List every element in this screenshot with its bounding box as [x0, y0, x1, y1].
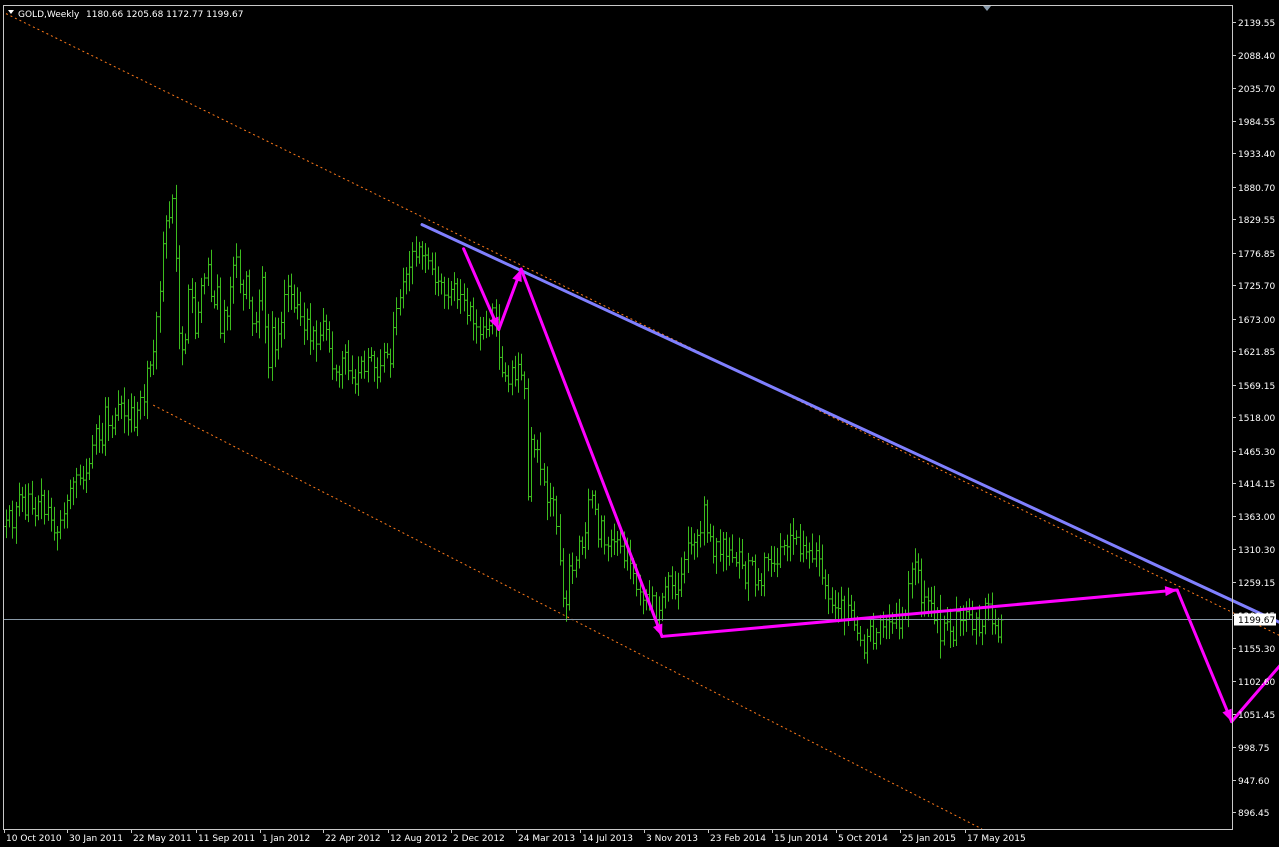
- x-tick-label: 22 Apr 2012: [325, 834, 381, 844]
- current-price-tag: 1199.67: [1234, 613, 1276, 626]
- y-tick-label: 1102.60: [1238, 678, 1275, 688]
- y-tick-label: 2139.55: [1238, 19, 1275, 29]
- x-tick-label: 1 Jan 2012: [262, 834, 310, 844]
- y-tick-label: 1880.70: [1238, 184, 1275, 194]
- y-tick-label: 1363.00: [1238, 513, 1275, 523]
- y-tick-label: 1051.45: [1238, 711, 1275, 721]
- chart-header: GOLD,Weekly 1180.66 1205.68 1172.77 1199…: [8, 10, 243, 20]
- y-tick-label: 2088.40: [1238, 52, 1275, 62]
- price-chart[interactable]: GOLD,Weekly 1180.66 1205.68 1172.77 1199…: [0, 0, 1279, 847]
- x-tick-label: 24 Mar 2013: [518, 834, 575, 844]
- x-tick-label: 30 Jan 2011: [69, 834, 123, 844]
- price-tag-label: 1199.67: [1238, 616, 1275, 626]
- x-tick-label: 15 Jun 2014: [774, 834, 828, 844]
- y-tick-label: 1621.85: [1238, 348, 1275, 358]
- y-tick-label: 1725.70: [1238, 282, 1275, 292]
- x-tick-label: 5 Oct 2014: [838, 834, 888, 844]
- x-tick-label: 10 Oct 2010: [6, 834, 62, 844]
- y-tick-label: 998.75: [1238, 744, 1270, 754]
- y-tick-label: 1829.55: [1238, 216, 1275, 226]
- x-tick-label: 3 Nov 2013: [646, 834, 698, 844]
- chart-background: [0, 0, 1279, 847]
- y-tick-label: 1310.30: [1238, 546, 1275, 556]
- y-tick-label: 1776.85: [1238, 250, 1275, 260]
- x-tick-label: 11 Sep 2011: [198, 834, 255, 844]
- ohlc-values: 1180.66 1205.68 1172.77 1199.67: [86, 10, 243, 20]
- y-tick-label: 1984.55: [1238, 118, 1275, 128]
- x-tick-label: 22 May 2011: [133, 834, 192, 844]
- y-tick-label: 1414.15: [1238, 480, 1275, 490]
- y-tick-label: 1673.00: [1238, 316, 1275, 326]
- y-tick-label: 1259.15: [1238, 579, 1275, 589]
- y-tick-label: 1465.30: [1238, 448, 1275, 458]
- y-tick-label: 1933.40: [1238, 150, 1275, 160]
- x-tick-label: 12 Aug 2012: [390, 834, 448, 844]
- x-tick-label: 14 Jul 2013: [582, 834, 633, 844]
- y-tick-label: 896.45: [1238, 809, 1270, 819]
- y-tick-label: 1569.15: [1238, 382, 1275, 392]
- x-tick-label: 23 Feb 2014: [710, 834, 766, 844]
- y-tick-label: 947.60: [1238, 777, 1270, 787]
- x-tick-label: 17 May 2015: [967, 834, 1026, 844]
- x-tick-label: 2 Dec 2012: [453, 834, 505, 844]
- y-tick-label: 2035.70: [1238, 85, 1275, 95]
- y-tick-label: 1155.30: [1238, 645, 1275, 655]
- symbol-label: GOLD,Weekly: [18, 10, 80, 20]
- y-tick-label: 1518.00: [1238, 414, 1275, 424]
- x-tick-label: 25 Jan 2015: [902, 834, 956, 844]
